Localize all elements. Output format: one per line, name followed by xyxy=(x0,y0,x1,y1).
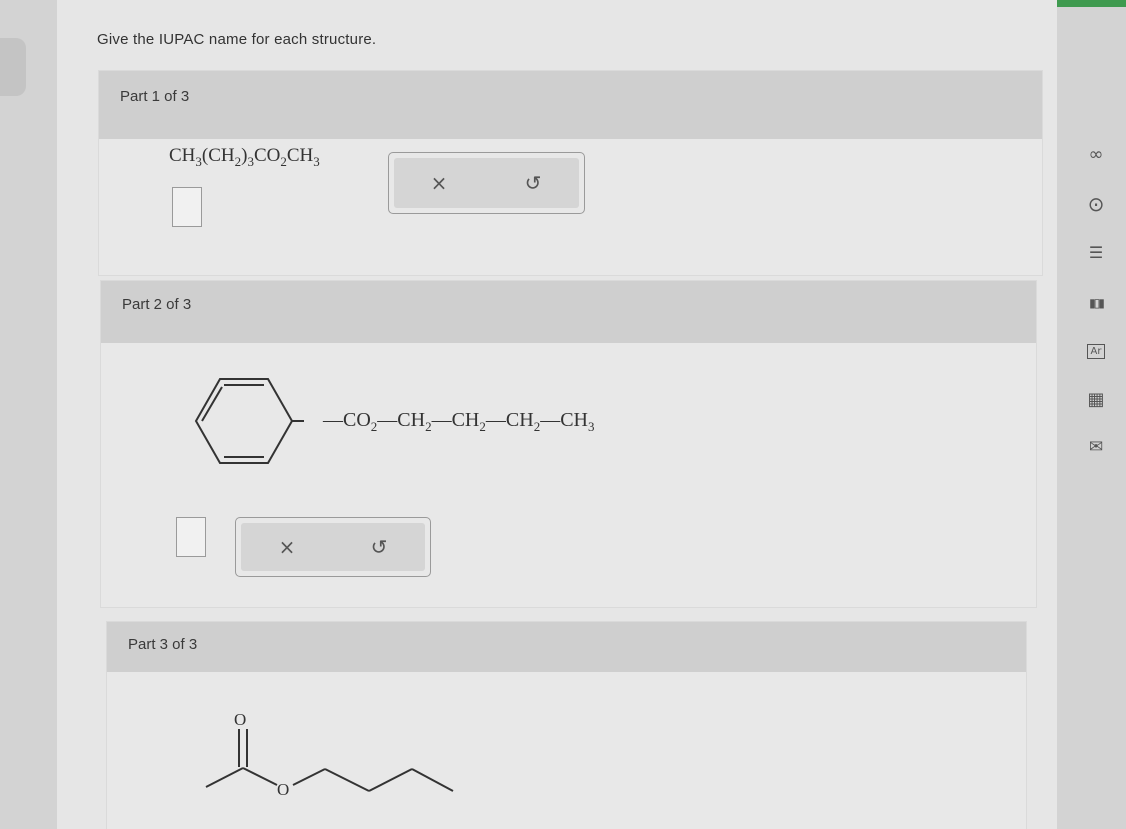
part-2-header: Part 2 of 3 xyxy=(101,281,1036,343)
notes-icon[interactable]: ☰ xyxy=(1077,241,1115,263)
part-3-header: Part 3 of 3 xyxy=(107,622,1026,672)
part-2-clear-button[interactable]: × xyxy=(279,535,296,559)
part-1-header: Part 1 of 3 xyxy=(99,71,1042,139)
part-1-undo-button[interactable]: ↺ xyxy=(525,171,542,195)
calculator-icon[interactable]: ▦ xyxy=(1077,388,1115,410)
part-2-undo-button[interactable]: ↺ xyxy=(371,535,388,559)
part-1-label: Part 1 of 3 xyxy=(120,88,190,105)
arrow-circle-icon[interactable]: ⊙ xyxy=(1077,192,1115,216)
mail-icon[interactable]: ✉ xyxy=(1077,436,1115,458)
part-1-clear-button[interactable]: × xyxy=(431,171,448,195)
part-3-panel: Part 3 of 3 O O xyxy=(106,621,1027,829)
part-1-panel: Part 1 of 3 CH3(CH2)3CO2CH3 × ↺ xyxy=(98,70,1043,276)
part-3-label: Part 3 of 3 xyxy=(128,636,198,653)
font-icon[interactable]: Ar xyxy=(1077,340,1115,362)
ester-oxygen-label: O xyxy=(277,780,290,799)
part-2-answer-input[interactable] xyxy=(176,517,206,557)
benzene-ring-structure xyxy=(194,378,304,464)
part-1-tool-box: × ↺ xyxy=(388,152,585,214)
carbonyl-oxygen-label: O xyxy=(234,710,247,729)
part-2-panel: Part 2 of 3 —CO2—CH2—CH2—CH2—CH3 × ↺ xyxy=(100,280,1037,608)
part-1-answer-input[interactable] xyxy=(172,187,202,227)
instruction-text: Give the IUPAC name for each structure. xyxy=(97,31,377,48)
link-icon[interactable]: ∞ xyxy=(1077,144,1115,165)
part-2-tool-box: × ↺ xyxy=(235,517,431,577)
left-drawer-tab[interactable] xyxy=(0,38,26,96)
part-2-chain: —CO2—CH2—CH2—CH2—CH3 xyxy=(323,409,595,434)
part-2-label: Part 2 of 3 xyxy=(122,296,192,313)
part-1-formula: CH3(CH2)3CO2CH3 xyxy=(169,145,320,169)
chart-icon[interactable]: ▮▯▮ xyxy=(1077,292,1115,314)
